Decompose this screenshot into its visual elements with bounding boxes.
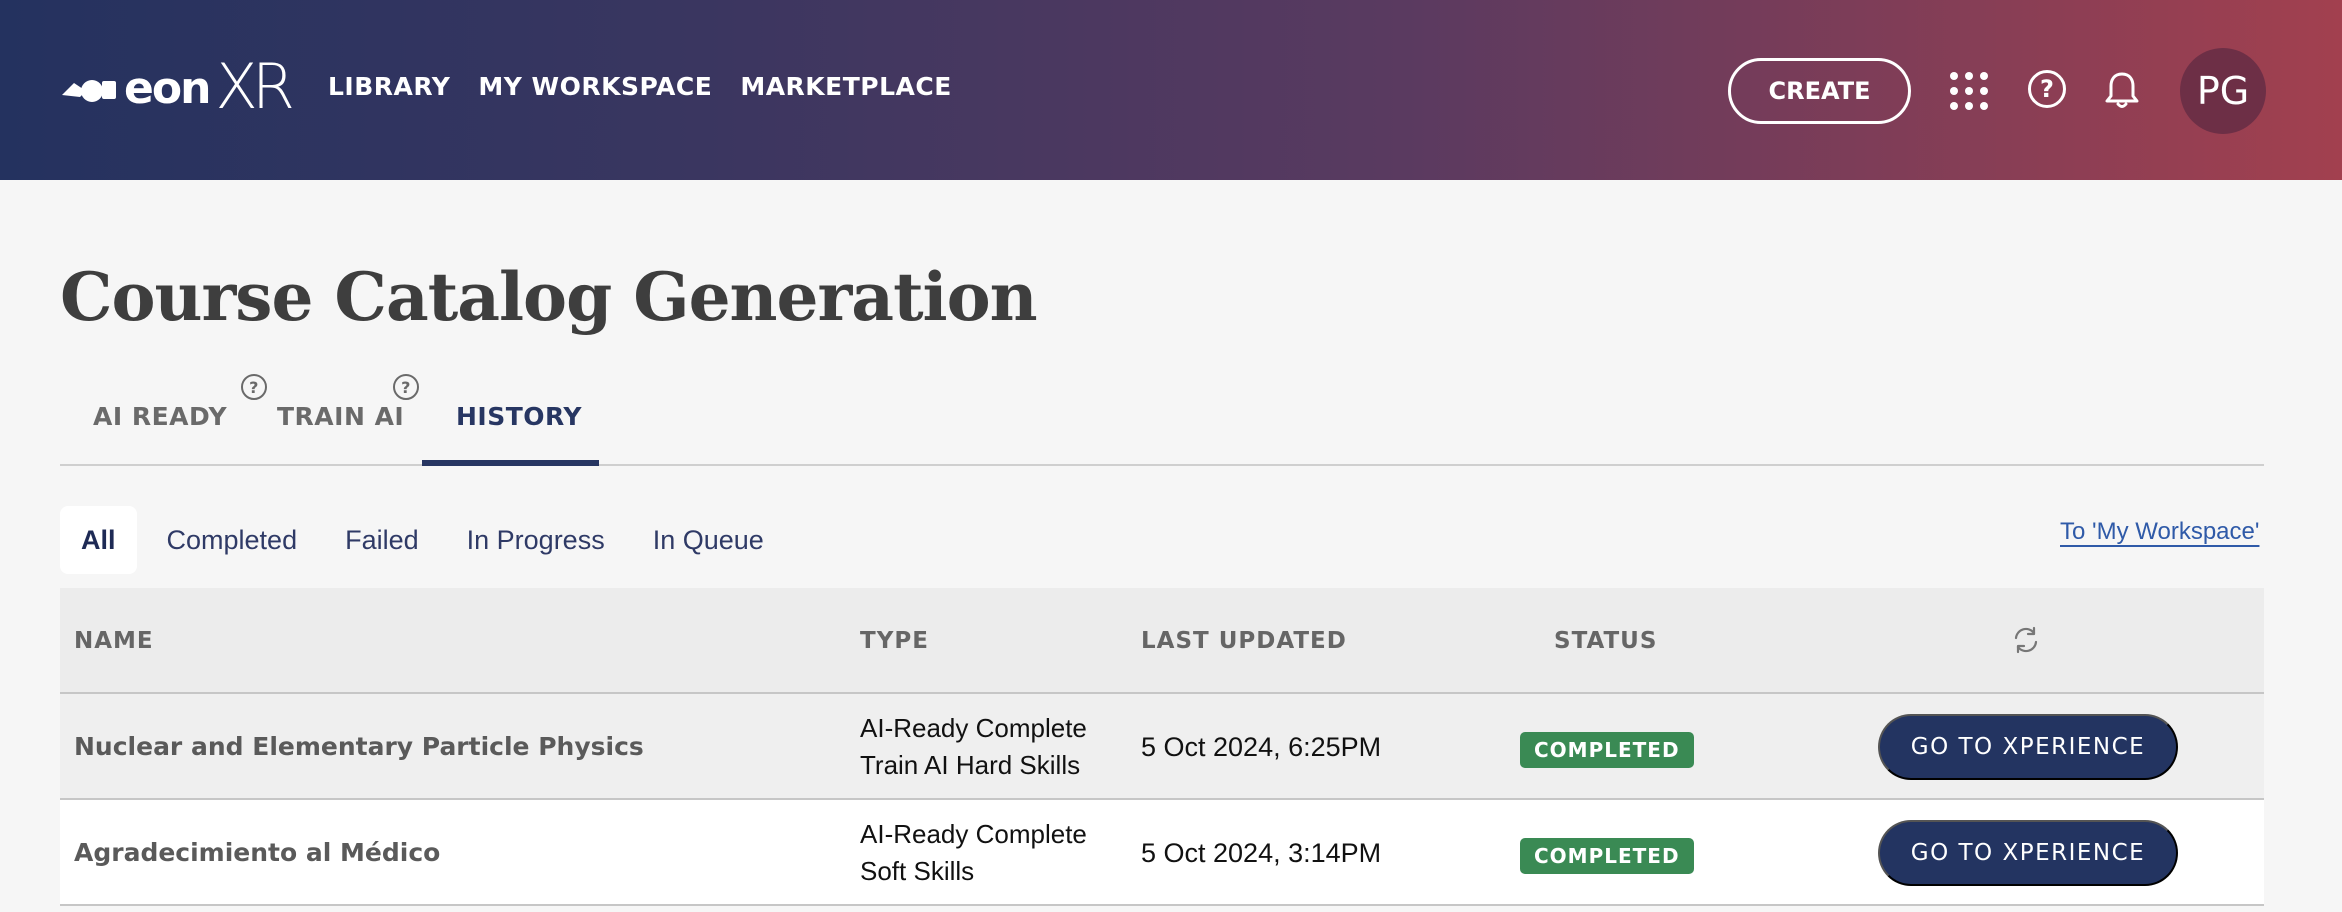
logo-xr-text: XR [215,49,295,123]
refresh-icon[interactable] [2010,624,2042,656]
tab-label: AI READY [93,402,228,431]
help-icon[interactable]: ? [2028,70,2066,108]
table-header: NAME TYPE LAST UPDATED STATUS [60,588,2264,694]
row-name: Nuclear and Elementary Particle Physics [74,732,644,761]
nav-library[interactable]: LIBRARY [328,72,450,101]
filter-in-queue[interactable]: In Queue [629,506,788,574]
tab-history[interactable]: HISTORY [456,402,582,431]
bell-icon[interactable] [2104,70,2140,110]
history-table: NAME TYPE LAST UPDATED STATUS Nuclear an… [60,588,2264,906]
tab-train-ai[interactable]: TRAIN AI ? [277,374,419,431]
help-icon[interactable]: ? [393,374,419,400]
user-avatar[interactable]: PG [2180,48,2266,134]
table-row[interactable]: Agradecimiento al Médico AI-Ready Comple… [60,800,2264,906]
page-title: Course Catalog Generation [60,258,1038,336]
main-nav: LIBRARY MY WORKSPACE MARKETPLACE [328,72,952,101]
go-to-xperience-button[interactable]: GO TO XPERIENCE [1878,714,2178,780]
row-last-updated: 5 Oct 2024, 6:25PM [1141,732,1382,762]
nav-my-workspace[interactable]: MY WORKSPACE [478,72,712,101]
column-header-last-updated[interactable]: LAST UPDATED [1141,628,1347,654]
row-last-updated: 5 Oct 2024, 3:14PM [1141,838,1382,868]
status-filter-bar: All Completed Failed In Progress In Queu… [60,506,788,574]
filter-all[interactable]: All [60,506,137,574]
row-type-line: AI-Ready Complete [860,819,1087,849]
row-type-line: Train AI Hard Skills [860,750,1081,780]
table-row[interactable]: Nuclear and Elementary Particle Physics … [60,694,2264,800]
filter-in-progress[interactable]: In Progress [443,506,629,574]
eon-logo-mark-icon [62,80,116,102]
active-tab-indicator [422,460,599,466]
status-badge: COMPLETED [1520,838,1694,874]
column-header-name[interactable]: NAME [74,628,154,654]
row-type: AI-Ready Complete Train AI Hard Skills [860,710,1087,784]
tab-ai-ready[interactable]: AI READY ? [93,374,267,431]
to-my-workspace-link[interactable]: To 'My Workspace' [2060,518,2259,546]
help-icon[interactable]: ? [241,374,267,400]
go-to-xperience-button[interactable]: GO TO XPERIENCE [1878,820,2178,886]
eonxr-logo[interactable]: eon XR [60,50,295,123]
row-type-line: AI-Ready Complete [860,713,1087,743]
nav-marketplace[interactable]: MARKETPLACE [740,72,952,101]
top-navigation-bar: eon XR LIBRARY MY WORKSPACE MARKETPLACE … [0,0,2342,180]
row-type: AI-Ready Complete Soft Skills [860,816,1087,890]
logo-eon-text: eon [124,62,211,114]
apps-grid-icon[interactable] [1950,72,1988,110]
column-header-type[interactable]: TYPE [860,628,929,654]
column-header-status[interactable]: STATUS [1554,628,1657,654]
filter-failed[interactable]: Failed [321,506,443,574]
status-badge: COMPLETED [1520,732,1694,768]
filter-completed[interactable]: Completed [143,506,322,574]
create-button[interactable]: CREATE [1728,58,1911,124]
tab-label: TRAIN AI [277,402,405,431]
row-type-line: Soft Skills [860,856,975,886]
tab-label: HISTORY [456,402,583,431]
tab-bar: AI READY ? TRAIN AI ? HISTORY [60,374,2264,466]
row-name: Agradecimiento al Médico [74,838,441,867]
